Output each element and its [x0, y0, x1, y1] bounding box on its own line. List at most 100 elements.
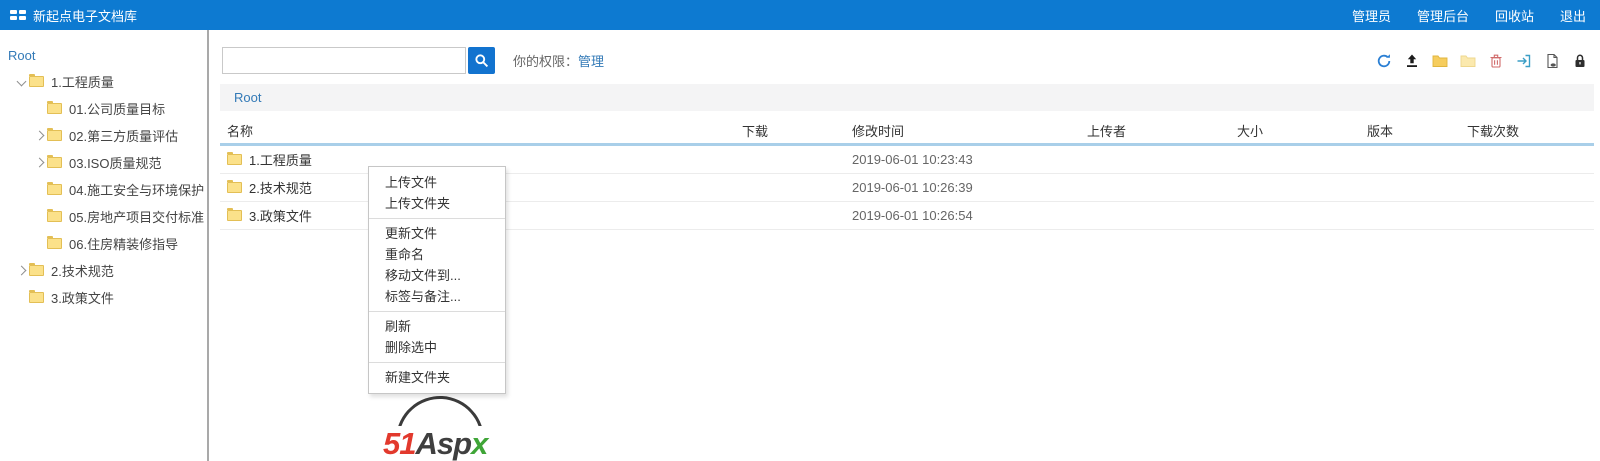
folder-icon: [29, 290, 44, 303]
menu-separator: [369, 311, 505, 312]
new-folder-icon[interactable]: [1459, 52, 1476, 69]
row-name[interactable]: 3.政策文件: [249, 206, 312, 225]
tree-node-1[interactable]: 1.工程质量: [0, 68, 207, 95]
tree-node-05[interactable]: 05.房地产项目交付标准: [0, 203, 207, 230]
logo-text: 51Aspx: [380, 426, 491, 461]
app-title: 新起点电子文档库: [33, 8, 138, 24]
logo-asp: Asp: [415, 426, 472, 461]
col-size[interactable]: 大小: [1237, 121, 1367, 140]
folder-icon: [47, 236, 62, 249]
folder-icon: [47, 155, 62, 168]
menu-separator: [369, 218, 505, 219]
tree-node-06[interactable]: 06.住房精装修指导: [0, 230, 207, 257]
chevron-right-icon[interactable]: [31, 128, 47, 144]
folder-icon: [47, 101, 62, 114]
trash-icon[interactable]: [1487, 52, 1504, 69]
search-button[interactable]: [468, 47, 495, 74]
logo-51: 51: [383, 426, 416, 461]
table-header: 名称 下载 修改时间 上传者 大小 版本 下载次数: [220, 118, 1594, 146]
menu-item-upload-folder[interactable]: 上传文件夹: [369, 193, 505, 214]
folder-icon: [227, 180, 242, 193]
menu-item-move-file-to[interactable]: 移动文件到...: [369, 265, 505, 286]
link-logout[interactable]: 退出: [1560, 6, 1586, 25]
chevron-down-icon[interactable]: [13, 74, 29, 90]
tree-node-label: 01.公司质量目标: [69, 102, 166, 117]
search-row: 你的权限：管理: [222, 47, 604, 74]
sidebar-folder-tree: Root 1.工程质量 01.公司质量目标 02.第三方质量评估 03.ISO质…: [0, 30, 207, 461]
row-name[interactable]: 1.工程质量: [249, 150, 312, 169]
breadcrumb-root[interactable]: Root: [234, 90, 261, 105]
menu-item-tags-notes[interactable]: 标签与备注...: [369, 286, 505, 307]
lock-icon[interactable]: [1571, 52, 1588, 69]
tree-node-label: 03.ISO质量规范: [69, 156, 162, 171]
context-menu: 上传文件 上传文件夹 更新文件 重命名 移动文件到... 标签与备注... 刷新…: [368, 166, 506, 394]
topbar-links: 管理员 管理后台 回收站 退出: [1352, 6, 1586, 25]
refresh-icon[interactable]: [1375, 52, 1392, 69]
folder-icon: [29, 263, 44, 276]
tree-root-label: Root: [8, 47, 36, 63]
tree-node-label: 3.政策文件: [51, 291, 114, 306]
link-admin-backend[interactable]: 管理后台: [1417, 6, 1469, 25]
folder-icon: [47, 128, 62, 141]
breadcrumb: Root: [220, 84, 1594, 111]
permission-text: 你的权限：管理: [513, 51, 604, 70]
folder-icon[interactable]: [1431, 52, 1448, 69]
document-library-app: 新起点电子文档库 管理员 管理后台 回收站 退出 Root 1.工程质量 01.…: [0, 0, 1600, 461]
permission-link[interactable]: 管理: [578, 54, 604, 69]
col-modified[interactable]: 修改时间: [852, 121, 1087, 140]
col-download-count[interactable]: 下载次数: [1467, 121, 1594, 140]
menu-item-delete-selected[interactable]: 删除选中: [369, 337, 505, 358]
permission-label: 你的权限：: [513, 54, 579, 69]
tree-node-label: 04.施工安全与环境保护: [69, 183, 205, 198]
tree-node-04[interactable]: 04.施工安全与环境保护: [0, 176, 207, 203]
topbar: 新起点电子文档库 管理员 管理后台 回收站 退出: [0, 0, 1600, 30]
upload-icon[interactable]: [1403, 52, 1420, 69]
link-recycle-bin[interactable]: 回收站: [1495, 6, 1534, 25]
tree-node-root[interactable]: Root: [0, 42, 207, 68]
folder-icon: [227, 208, 242, 221]
tree-node-01[interactable]: 01.公司质量目标: [0, 95, 207, 122]
col-version[interactable]: 版本: [1367, 121, 1467, 140]
brand: 新起点电子文档库: [10, 6, 137, 25]
tree-node-label: 02.第三方质量评估: [69, 129, 179, 144]
menu-item-new-folder[interactable]: 新建文件夹: [369, 367, 505, 388]
folder-icon: [47, 182, 62, 195]
tree-node-label: 1.工程质量: [51, 75, 114, 90]
document-properties-icon[interactable]: [1543, 52, 1560, 69]
menu-item-rename[interactable]: 重命名: [369, 244, 505, 265]
tree-node-label: 2.技术规范: [51, 264, 114, 279]
search-input[interactable]: [222, 47, 466, 74]
folder-icon: [29, 74, 44, 87]
toolbar-icons: [1375, 52, 1588, 69]
tree-node-3[interactable]: 3.政策文件: [0, 284, 207, 311]
menu-item-upload-file[interactable]: 上传文件: [369, 172, 505, 193]
col-name[interactable]: 名称: [220, 121, 742, 140]
folder-icon: [227, 152, 242, 165]
app-grid-icon: [10, 10, 26, 20]
link-admin-user[interactable]: 管理员: [1352, 6, 1391, 25]
checkin-arrow-icon[interactable]: [1515, 52, 1532, 69]
51aspx-logo: 51Aspx: [377, 377, 528, 461]
tree-node-label: 06.住房精装修指导: [69, 237, 179, 252]
col-download[interactable]: 下载: [742, 121, 852, 140]
chevron-right-icon[interactable]: [31, 155, 47, 171]
search-icon: [474, 53, 489, 68]
tree-node-2[interactable]: 2.技术规范: [0, 257, 207, 284]
menu-separator: [369, 362, 505, 363]
menu-item-refresh[interactable]: 刷新: [369, 316, 505, 337]
folder-icon: [47, 209, 62, 222]
chevron-right-icon[interactable]: [13, 263, 29, 279]
row-name[interactable]: 2.技术规范: [249, 178, 312, 197]
row-modified: 2019-06-01 10:26:39: [852, 180, 973, 195]
tree-node-02[interactable]: 02.第三方质量评估: [0, 122, 207, 149]
tree-node-03[interactable]: 03.ISO质量规范: [0, 149, 207, 176]
row-modified: 2019-06-01 10:26:54: [852, 208, 973, 223]
menu-item-update-file[interactable]: 更新文件: [369, 223, 505, 244]
col-uploader[interactable]: 上传者: [1087, 121, 1237, 140]
row-modified: 2019-06-01 10:23:43: [852, 152, 973, 167]
